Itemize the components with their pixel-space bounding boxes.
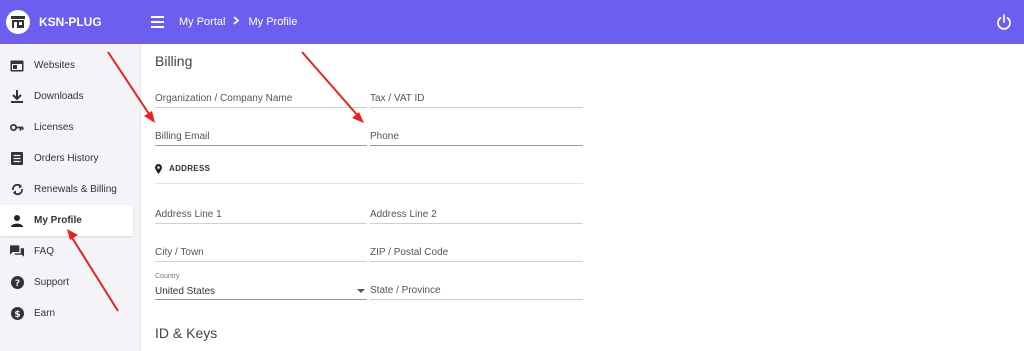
- id-keys-title: ID & Keys: [155, 325, 218, 341]
- sidebar-item-label: Licenses: [34, 122, 74, 133]
- app-name: KSN-PLUG: [39, 15, 102, 29]
- key-icon: [10, 121, 24, 135]
- organization-field[interactable]: Organization / Company Name: [155, 88, 367, 108]
- hamburger-menu-icon[interactable]: [151, 14, 167, 30]
- tax-vat-field[interactable]: Tax / VAT ID: [370, 88, 583, 108]
- sidebar-item-websites[interactable]: Websites: [0, 50, 133, 81]
- browser-window-icon: [10, 59, 24, 73]
- main-content: Billing Organization / Company Name Tax …: [141, 44, 1024, 351]
- sidebar-item-label: Websites: [34, 60, 75, 71]
- country-select[interactable]: United States: [155, 283, 367, 300]
- sidebar-item-renewals-billing[interactable]: Renewals & Billing: [0, 174, 133, 205]
- phone-field[interactable]: Phone: [370, 126, 583, 146]
- address-line2-field[interactable]: Address Line 2: [370, 204, 583, 224]
- svg-text:?: ?: [14, 279, 19, 289]
- state-field[interactable]: State / Province: [370, 280, 583, 300]
- sidebar-item-label: Earn: [34, 308, 56, 319]
- help-circle-icon: ?: [10, 276, 24, 290]
- country-label: Country: [155, 273, 180, 280]
- billing-title: Billing: [155, 53, 193, 69]
- country-value: United States: [155, 285, 216, 297]
- sidebar: Websites Downloads Licenses Orders Histo…: [0, 44, 141, 351]
- city-field[interactable]: City / Town: [155, 242, 367, 262]
- dollar-circle-icon: $: [10, 307, 24, 321]
- sidebar-item-orders-history[interactable]: Orders History: [0, 143, 133, 174]
- chat-bubbles-icon: [10, 245, 24, 259]
- sidebar-item-label: My Profile: [34, 215, 82, 226]
- top-bar: KSN-PLUG My Portal My Profile: [0, 0, 1024, 44]
- sidebar-item-licenses[interactable]: Licenses: [0, 112, 133, 143]
- breadcrumb-current: My Profile: [248, 16, 298, 28]
- sidebar-item-label: Downloads: [34, 91, 84, 102]
- sidebar-item-my-profile[interactable]: My Profile: [0, 205, 133, 236]
- sidebar-item-downloads[interactable]: Downloads: [0, 81, 133, 112]
- address-heading: ADDRESS: [155, 164, 583, 184]
- svg-text:$: $: [14, 310, 20, 320]
- address-line1-field[interactable]: Address Line 1: [155, 204, 367, 224]
- refresh-icon: [10, 183, 24, 197]
- dropdown-caret-icon: [357, 289, 365, 293]
- sidebar-item-faq[interactable]: FAQ: [0, 236, 133, 267]
- address-heading-label: ADDRESS: [169, 164, 211, 173]
- billing-email-field[interactable]: Billing Email: [155, 126, 367, 146]
- sidebar-item-label: Renewals & Billing: [34, 184, 117, 195]
- person-icon: [10, 214, 24, 228]
- sidebar-item-label: Orders History: [34, 153, 99, 164]
- brand[interactable]: KSN-PLUG: [0, 0, 141, 44]
- zip-field[interactable]: ZIP / Postal Code: [370, 242, 583, 262]
- breadcrumb-root[interactable]: My Portal: [179, 16, 225, 28]
- chevron-right-icon: [233, 16, 240, 28]
- list-document-icon: [10, 152, 24, 166]
- sidebar-item-earn[interactable]: $ Earn: [0, 298, 133, 329]
- breadcrumb: My Portal My Profile: [179, 16, 297, 28]
- sidebar-item-label: FAQ: [34, 246, 55, 257]
- location-pin-icon: [155, 164, 162, 176]
- store-logo-icon: [6, 10, 30, 34]
- power-icon[interactable]: [996, 13, 1012, 31]
- sidebar-item-label: Support: [34, 277, 70, 288]
- sidebar-item-support[interactable]: ? Support: [0, 267, 133, 298]
- download-icon: [10, 90, 24, 104]
